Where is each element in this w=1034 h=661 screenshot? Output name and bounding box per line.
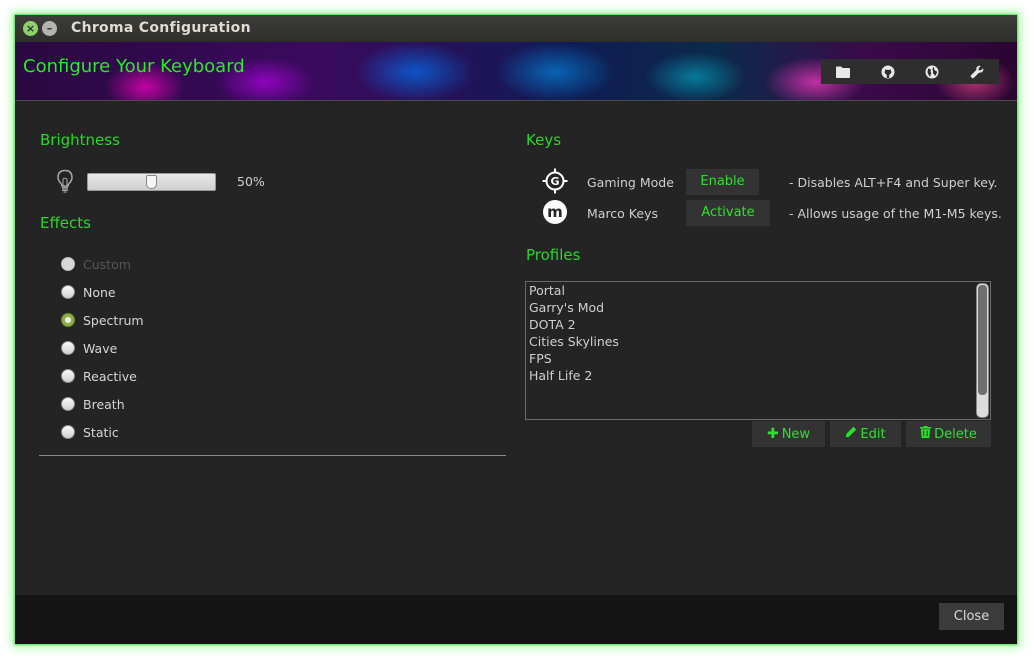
effect-option-reactive[interactable]: Reactive — [61, 366, 137, 386]
radio-label: Custom — [83, 256, 131, 272]
trash-icon — [920, 426, 932, 442]
gaming-mode-enable-button[interactable]: Enable — [686, 169, 759, 195]
wrench-icon[interactable] — [966, 61, 988, 83]
globe-icon[interactable] — [921, 61, 943, 83]
effects-divider — [39, 455, 506, 456]
page-title: Configure Your Keyboard — [23, 56, 245, 77]
header-toolbar — [821, 59, 999, 84]
new-profile-button[interactable]: ✚ New — [752, 421, 825, 447]
pencil-icon — [845, 426, 857, 442]
radio-label: Wave — [83, 340, 118, 356]
radio-button[interactable] — [61, 257, 75, 271]
window-title: Chroma Configuration — [71, 20, 251, 36]
footer-bar: Close — [15, 595, 1017, 644]
crosshair-g-icon: G — [542, 168, 568, 194]
radio-label: Spectrum — [83, 312, 144, 328]
delete-profile-button[interactable]: Delete — [906, 421, 991, 447]
window-minimize-button[interactable]: – — [42, 21, 57, 36]
brightness-value: 50% — [237, 174, 265, 189]
github-icon[interactable] — [877, 61, 899, 83]
profiles-scrollbar[interactable] — [976, 283, 989, 418]
brightness-slider[interactable] — [87, 173, 216, 191]
keys-title: Keys — [526, 131, 562, 149]
macro-m-icon: m — [542, 199, 568, 225]
radio-label: None — [83, 284, 116, 300]
effect-option-custom[interactable]: Custom — [61, 254, 131, 274]
macro-keys-label: Marco Keys — [587, 206, 658, 221]
list-item[interactable]: FPS — [526, 350, 990, 367]
header-banner: Configure Your Keyboard — [15, 42, 1017, 100]
list-item[interactable]: Half Life 2 — [526, 367, 990, 384]
radio-button[interactable] — [61, 369, 75, 383]
macro-icon-letter: m — [547, 203, 563, 221]
effect-option-none[interactable]: None — [61, 282, 116, 302]
radio-button[interactable] — [61, 313, 75, 327]
effects-title: Effects — [40, 214, 91, 232]
radio-button[interactable] — [61, 341, 75, 355]
plus-icon: ✚ — [766, 426, 779, 442]
radio-label: Breath — [83, 396, 125, 412]
gaming-icon-letter: G — [550, 175, 559, 188]
macro-keys-activate-button[interactable]: Activate — [686, 200, 770, 226]
edit-profile-button[interactable]: Edit — [830, 421, 901, 447]
list-item[interactable]: Garry's Mod — [526, 299, 990, 316]
app-window: × – Chroma Configuration Configure Your … — [15, 15, 1017, 644]
scrollbar-thumb[interactable] — [978, 285, 987, 395]
window-close-button[interactable]: × — [23, 21, 38, 36]
brightness-slider-handle[interactable] — [146, 175, 157, 189]
titlebar: × – Chroma Configuration — [15, 15, 1017, 42]
radio-label: Reactive — [83, 368, 137, 384]
edit-profile-label: Edit — [860, 426, 886, 442]
effect-option-spectrum[interactable]: Spectrum — [61, 310, 144, 330]
key-row-macro-keys: m Marco Keys Activate - Allows usage of … — [541, 199, 1011, 227]
header-divider — [15, 100, 1017, 101]
new-profile-label: New — [781, 426, 811, 442]
radio-button[interactable] — [61, 425, 75, 439]
radio-button[interactable] — [61, 285, 75, 299]
folder-icon[interactable] — [832, 61, 854, 83]
delete-profile-label: Delete — [934, 426, 977, 442]
brightness-title: Brightness — [40, 131, 120, 149]
list-item[interactable]: Portal — [526, 282, 990, 299]
profiles-title: Profiles — [526, 246, 581, 264]
list-item[interactable]: Cities Skylines — [526, 333, 990, 350]
effect-option-wave[interactable]: Wave — [61, 338, 117, 358]
effect-option-breath[interactable]: Breath — [61, 394, 125, 414]
key-row-gaming-mode: G Gaming Mode Enable - Disables ALT+F4 a… — [541, 168, 1011, 196]
radio-label: Static — [83, 424, 119, 440]
macro-keys-description: - Allows usage of the M1-M5 keys. — [789, 206, 1002, 221]
close-button[interactable]: Close — [939, 603, 1004, 630]
gaming-mode-label: Gaming Mode — [587, 175, 674, 190]
profiles-list[interactable]: Portal Garry's Mod DOTA 2 Cities Skyline… — [525, 281, 991, 420]
lightbulb-icon — [56, 169, 74, 193]
radio-button[interactable] — [61, 397, 75, 411]
effect-option-static[interactable]: Static — [61, 422, 119, 442]
list-item[interactable]: DOTA 2 — [526, 316, 990, 333]
gaming-mode-description: - Disables ALT+F4 and Super key. — [789, 175, 998, 190]
